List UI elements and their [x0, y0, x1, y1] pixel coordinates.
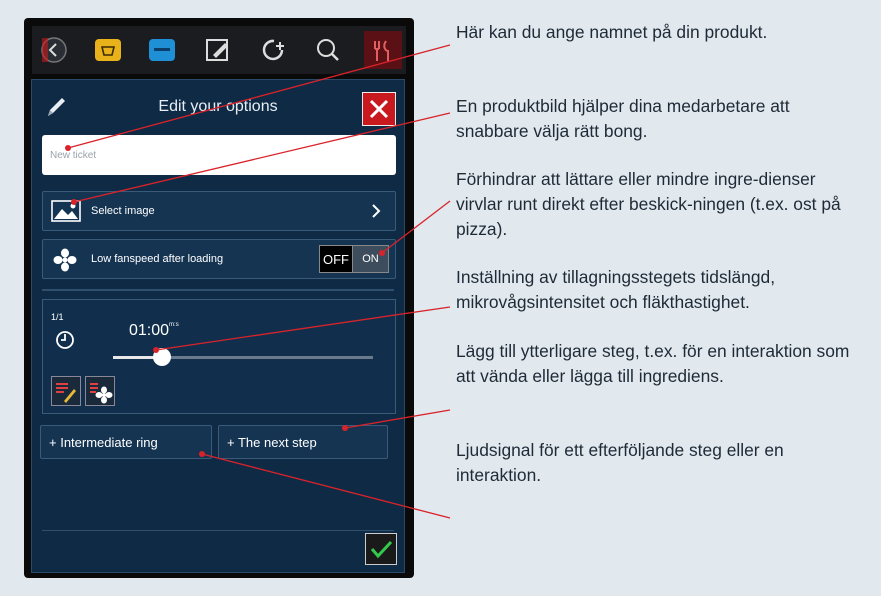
add-intermediate-ring-button[interactable]: + Intermediate ring [40, 425, 212, 459]
annotation-product-name: Här kan du ange namnet på din produkt. [456, 22, 768, 42]
back-icon[interactable] [38, 34, 70, 66]
close-icon [369, 99, 389, 119]
close-button[interactable] [362, 92, 396, 126]
select-image-label: Select image [91, 205, 155, 217]
microwave-edit-icon [56, 383, 76, 403]
top-toolbar [32, 26, 406, 74]
annotation-product-image: En produktbild hjälper dina medarbetare … [456, 96, 790, 141]
check-icon [370, 540, 393, 559]
timer-icon [55, 330, 75, 355]
timer-readout[interactable]: 01:00m:s [129, 322, 179, 340]
divider [42, 530, 394, 531]
annotation-intermediate-ring: Ljudsignal för ett efterföljande steg el… [456, 440, 784, 485]
next-step-label: + The next step [227, 435, 317, 450]
fan-icon [53, 248, 77, 275]
fan-settings-button[interactable] [85, 376, 115, 406]
fanspeed-label: Low fanspeed after loading [91, 253, 224, 265]
intermediate-ring-label: + Intermediate ring [49, 435, 158, 450]
time-slider-handle[interactable] [153, 348, 172, 366]
timer-value: 01:00 [129, 322, 170, 339]
chevron-right-icon [371, 203, 381, 222]
edit-options-panel: Edit your options New ticket Select imag… [31, 79, 405, 573]
timer-unit: m:s [169, 322, 179, 328]
add-next-step-button[interactable]: + The next step [218, 425, 388, 459]
toggle-on[interactable]: ON [353, 245, 389, 273]
annotation-next-step: Lägg till ytterligare steg, t.ex. för en… [456, 341, 850, 386]
divider [42, 289, 394, 291]
panel-title: Edit your options [158, 98, 278, 115]
annotation-step-settings: Inställning av tillagningsstegets tidslä… [456, 267, 776, 312]
add-program-icon[interactable] [258, 34, 290, 66]
edit-icon[interactable] [202, 34, 234, 66]
toggle-off[interactable]: OFF [319, 245, 353, 273]
search-icon[interactable] [312, 34, 344, 66]
microwave-settings-button[interactable] [51, 376, 81, 406]
tray-icon[interactable] [146, 34, 178, 66]
time-slider[interactable] [113, 356, 373, 359]
fanspeed-row: Low fanspeed after loading OFF ON [42, 239, 396, 279]
cooking-step-card: 1/1 01:00m:s [42, 299, 396, 414]
fanspeed-toggle[interactable]: OFF ON [319, 245, 389, 273]
step-counter: 1/1 [51, 312, 64, 322]
fan-settings-icon [90, 383, 113, 404]
product-icon[interactable] [92, 34, 124, 66]
annotation-fanspeed: Förhindrar att lättare eller mindre ingr… [456, 169, 841, 239]
image-icon [51, 200, 81, 225]
confirm-button[interactable] [365, 533, 397, 565]
select-image-row[interactable]: Select image [42, 191, 396, 231]
ticket-name-placeholder: New ticket [50, 150, 97, 161]
kitchen-icon[interactable] [364, 31, 402, 69]
ticket-name-input[interactable]: New ticket [42, 135, 396, 175]
